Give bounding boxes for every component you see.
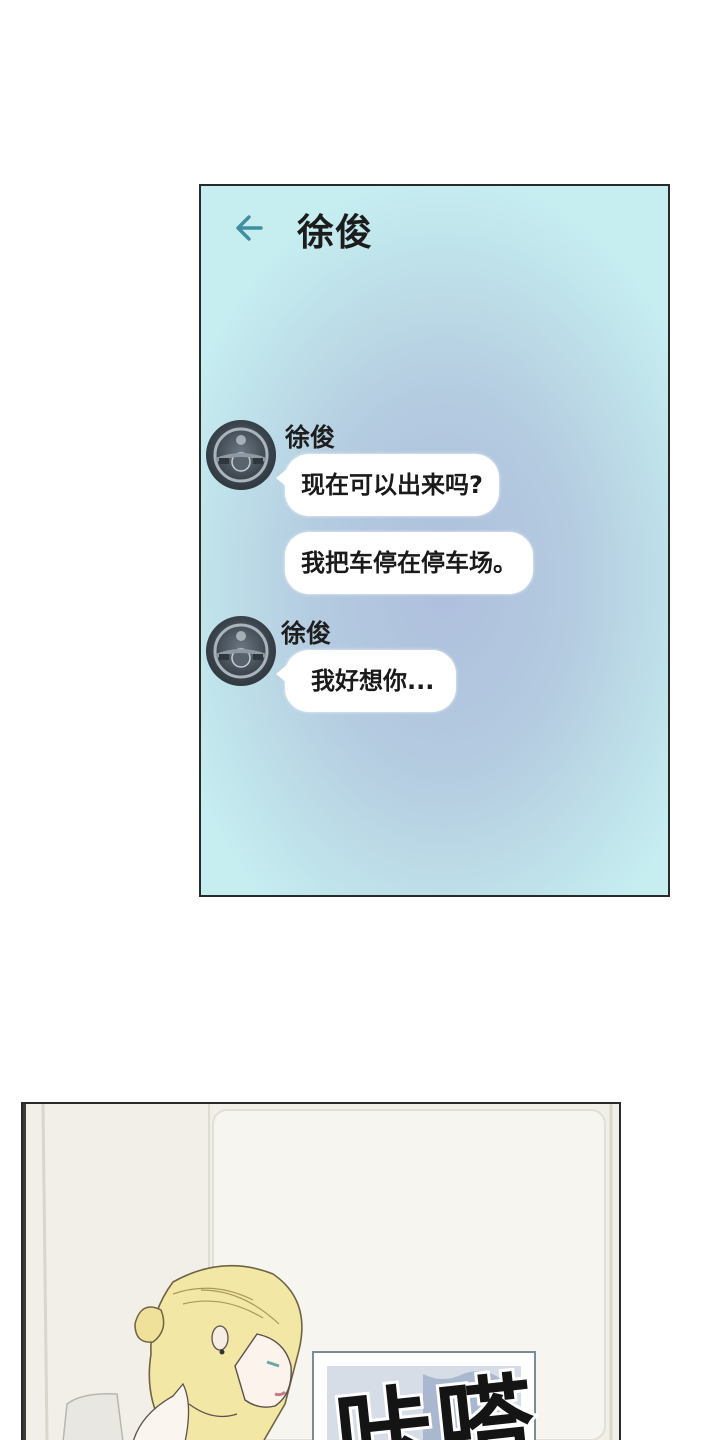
chat-screen-panel: 徐俊 徐俊 现在可以出来吗? 我把车停在停车场。 徐俊 我好想你... xyxy=(199,184,670,897)
message-bubble[interactable]: 我把车停在停车场。 xyxy=(285,532,533,594)
arrow-left-icon[interactable] xyxy=(231,210,267,246)
message-bubble[interactable]: 现在可以出来吗? xyxy=(285,454,499,516)
message-bubble[interactable]: 我好想你... xyxy=(285,650,457,712)
chat-title: 徐俊 xyxy=(297,211,373,254)
steering-wheel-icon xyxy=(213,623,269,679)
contact-avatar[interactable] xyxy=(206,616,276,686)
sender-name: 徐俊 xyxy=(281,619,332,648)
comic-illustration-panel: 咔嗒 xyxy=(21,1102,621,1440)
chat-header: 徐俊 xyxy=(201,186,668,276)
sender-name: 徐俊 xyxy=(285,423,336,452)
contact-avatar[interactable] xyxy=(206,420,276,490)
steering-wheel-icon xyxy=(213,427,269,483)
